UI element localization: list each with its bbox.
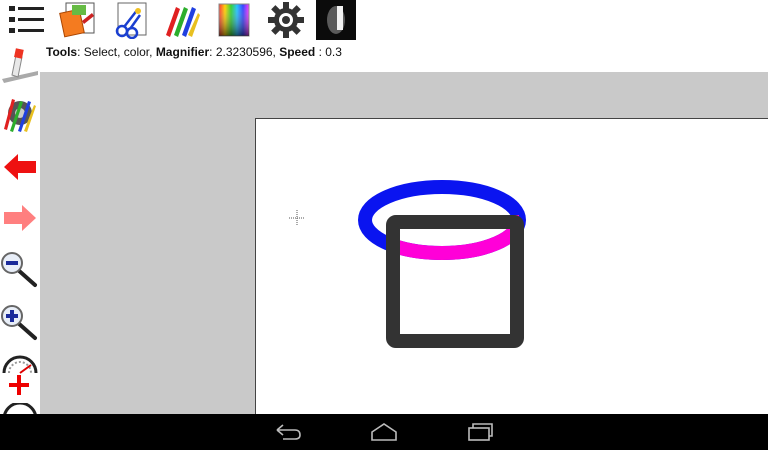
color-gradient-icon[interactable]: [212, 0, 256, 40]
back-icon[interactable]: [268, 420, 308, 444]
settings-gear-icon[interactable]: [264, 0, 308, 40]
speed-gauge-plus-icon[interactable]: [0, 352, 40, 398]
magnifier-label: Magnifier: [155, 45, 210, 59]
canvas-drawing: [289, 180, 526, 348]
select-scissors-icon[interactable]: [108, 0, 152, 40]
system-navbar: [0, 414, 768, 450]
crosshair-cursor-icon: [289, 210, 305, 226]
top-toolbar: Tools: Select, color, Magnifier: 2.32305…: [0, 0, 768, 72]
speed-label: Speed: [279, 45, 316, 59]
tools-label: Tools: [46, 45, 78, 59]
recent-apps-icon[interactable]: [460, 420, 500, 444]
magnifier-value: : 2.3230596,: [209, 45, 280, 59]
zoom-out-icon[interactable]: [0, 246, 40, 292]
brush-preview-icon[interactable]: [314, 0, 358, 40]
redo-arrow-icon[interactable]: [0, 195, 40, 241]
pencils-gear-icon[interactable]: [0, 90, 40, 136]
speed-value: : 0.3: [315, 45, 342, 59]
speed-gauge-minus-icon[interactable]: [0, 402, 40, 414]
zoom-in-icon[interactable]: [0, 299, 40, 345]
eraser-pencil-icon[interactable]: [0, 40, 40, 86]
pencils-icon[interactable]: [160, 0, 204, 40]
file-open-icon[interactable]: [56, 0, 100, 40]
undo-arrow-icon[interactable]: [0, 144, 40, 190]
home-icon[interactable]: [364, 420, 404, 444]
drawing-workspace[interactable]: [40, 72, 768, 414]
tools-value: : Select, color,: [77, 45, 156, 59]
menu-list-icon[interactable]: [4, 0, 48, 40]
drawing-canvas[interactable]: [255, 118, 768, 414]
status-line: Tools: Select, color, Magnifier: 2.32305…: [46, 45, 342, 59]
left-sidebar: [0, 40, 40, 414]
